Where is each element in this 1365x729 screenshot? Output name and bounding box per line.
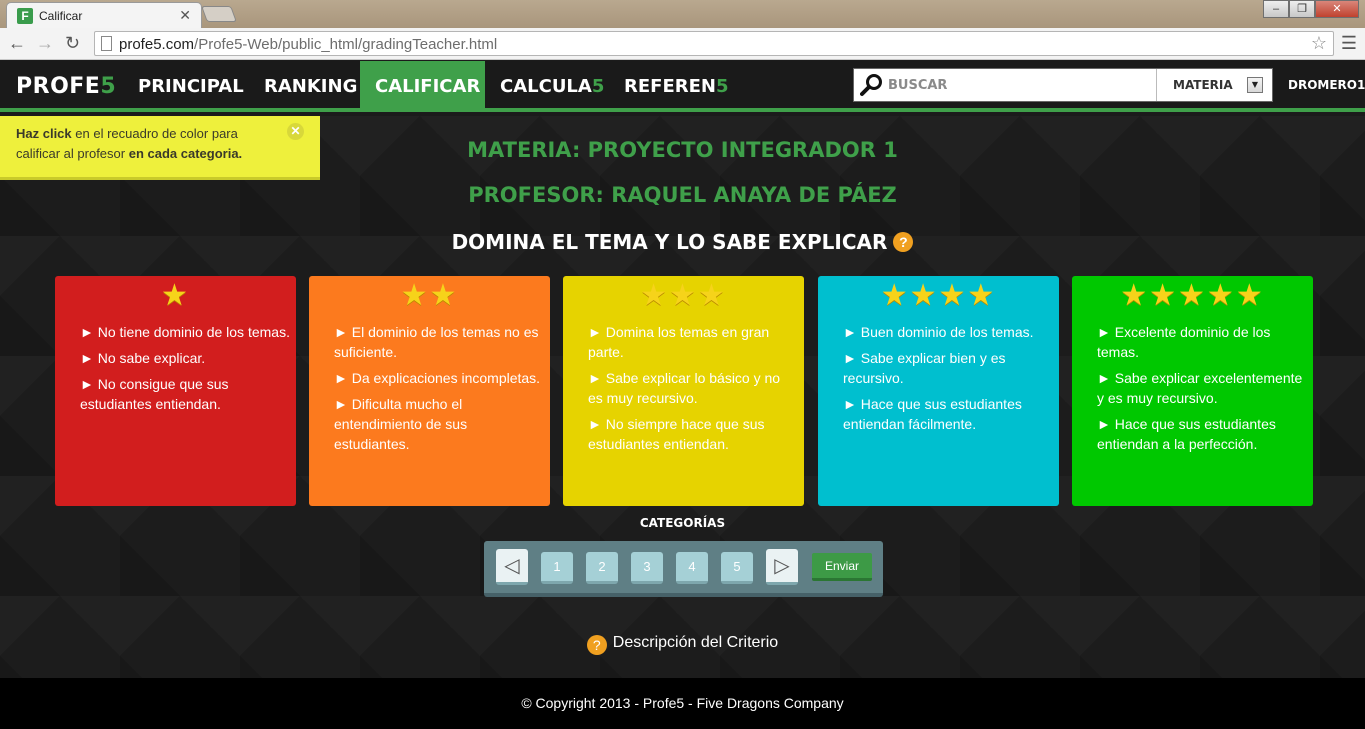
profe5-logo[interactable]: PROFE5 xyxy=(16,74,116,99)
criteria-item: Domina los temas en gran parte. xyxy=(588,322,798,362)
help-icon[interactable]: ? xyxy=(893,232,914,252)
criteria-item: Sabe explicar excelentemente y es muy re… xyxy=(1097,368,1307,408)
search-box: MATERIA ▼ xyxy=(853,68,1273,102)
star-icon: ★★★★ xyxy=(880,279,997,312)
url-text: profe5.com/Profe5-Web/public_html/gradin… xyxy=(119,36,498,53)
nav-item-calificar[interactable]: CALIFICAR xyxy=(360,61,485,112)
criteria-item: Sabe explicar bien y es recursivo. xyxy=(843,348,1053,388)
page-button-1[interactable]: 1 xyxy=(541,552,573,584)
rating-cards: ★ No tiene dominio de los temas. No sabe e… xyxy=(55,276,1313,506)
help-icon[interactable]: ? xyxy=(586,635,607,655)
criteria-item: Excelente dominio de los temas. xyxy=(1097,322,1307,362)
reload-icon[interactable]: ↻ xyxy=(65,33,80,54)
criteria-item: Sabe explicar lo básico y no es muy recu… xyxy=(588,368,798,408)
main-content: Haz click en el recuadro de color para c… xyxy=(0,116,1365,678)
criteria-list: Buen dominio de los temas. Sabe explicar … xyxy=(843,322,1053,434)
prev-arrow-icon[interactable]: ◁ xyxy=(496,549,528,585)
send-button[interactable]: Enviar xyxy=(812,553,872,581)
category-pager: ◁ 1 2 3 4 5 ▷ Enviar xyxy=(484,541,883,597)
rating-card-2[interactable]: ★★ El dominio de los temas no es suficien… xyxy=(309,276,550,506)
tab-title: Calificar xyxy=(39,9,83,23)
page-button-4[interactable]: 4 xyxy=(676,552,708,584)
profe5-favicon-icon: F xyxy=(17,8,33,24)
new-tab-button[interactable] xyxy=(201,6,237,22)
browser-tab[interactable]: F Calificar ✕ xyxy=(6,2,202,28)
star-icon: ★★ xyxy=(400,279,459,312)
criteria-list: No tiene dominio de los temas. No sabe ex… xyxy=(80,322,290,414)
criteria-item: Hace que sus estudiantes entiendan fácil… xyxy=(843,394,1053,434)
category-title: DOMINA EL TEMA Y LO SABE EXPLICAR? xyxy=(0,230,1365,254)
minimize-icon[interactable]: ‒ xyxy=(1263,0,1289,18)
criteria-list: El dominio de los temas no es suficiente… xyxy=(334,322,544,454)
rating-card-4[interactable]: ★★★★ Buen dominio de los temas. Sabe expli… xyxy=(818,276,1059,506)
criteria-item: No consigue que sus estudiantes entienda… xyxy=(80,374,290,414)
criterio-text: Descripción del Criterio xyxy=(612,634,779,651)
search-icon[interactable] xyxy=(860,73,884,97)
footer: © Copyright 2013 - Profe5 - Five Dragons… xyxy=(0,678,1365,729)
nav-item-referen5[interactable]: REFEREN5 xyxy=(609,61,744,112)
criteria-item: No sabe explicar. xyxy=(80,348,290,368)
materia-select[interactable]: MATERIA ▼ xyxy=(1156,69,1273,101)
category-title-text: DOMINA EL TEMA Y LO SABE EXPLICAR xyxy=(451,230,888,254)
criteria-item: No siempre hace que sus estudiantes enti… xyxy=(588,414,798,454)
page-button-5[interactable]: 5 xyxy=(721,552,753,584)
forward-arrow-icon[interactable]: → xyxy=(36,33,54,54)
star-icon: ★ xyxy=(161,279,190,312)
criteria-item: Dificulta mucho el entendimiento de sus … xyxy=(334,394,544,454)
criteria-item: Da explicaciones incompletas. xyxy=(334,368,544,388)
search-input[interactable] xyxy=(888,69,1153,101)
window-controls: ‒ ❐ ✕ xyxy=(1263,0,1359,18)
page-button-3[interactable]: 3 xyxy=(631,552,663,584)
page-button-2[interactable]: 2 xyxy=(586,552,618,584)
address-bar[interactable]: profe5.com/Profe5-Web/public_html/gradin… xyxy=(94,31,1334,56)
rating-card-1[interactable]: ★ No tiene dominio de los temas. No sabe e… xyxy=(55,276,296,506)
star-icon: ★★★ xyxy=(640,279,727,312)
bookmark-star-icon[interactable]: ☆ xyxy=(1311,33,1327,54)
profesor-heading: PROFESOR: RAQUEL ANAYA DE PÁEZ xyxy=(468,183,897,207)
nav-item-principal[interactable]: PRINCIPAL xyxy=(123,61,259,112)
maximize-icon[interactable]: ❐ xyxy=(1289,0,1315,18)
tab-close-icon[interactable]: ✕ xyxy=(179,7,191,24)
rating-card-5[interactable]: ★★★★★ Excelente dominio de los temas. Sabe… xyxy=(1072,276,1313,506)
browser-toolbar: ← → ↻ profe5.com/Profe5-Web/public_html/… xyxy=(0,28,1365,60)
user-name[interactable]: DROMERO1 xyxy=(1288,61,1365,109)
dropdown-arrow-icon[interactable]: ▼ xyxy=(1247,77,1263,93)
criteria-list: Excelente dominio de los temas. Sabe expl… xyxy=(1097,322,1307,454)
star-icon: ★★★★★ xyxy=(1120,279,1265,312)
nav-item-ranking[interactable]: RANKING xyxy=(249,61,372,112)
materia-heading: MATERIA: PROYECTO INTEGRADOR 1 xyxy=(467,138,898,162)
criteria-item: El dominio de los temas no es suficiente… xyxy=(334,322,544,362)
criteria-list: Domina los temas en gran parte. Sabe expl… xyxy=(588,322,798,454)
materia-select-label: MATERIA xyxy=(1173,78,1233,92)
criteria-item: Buen dominio de los temas. xyxy=(843,322,1053,342)
criteria-item: No tiene dominio de los temas. xyxy=(80,322,290,342)
nav-item-calcula5[interactable]: CALCULA5 xyxy=(485,61,619,112)
criterio-description[interactable]: ? Descripción del Criterio xyxy=(0,634,1365,655)
browser-titlebar: F Calificar ✕ ‒ ❐ ✕ xyxy=(0,0,1365,28)
browser-menu-icon[interactable]: ☰ xyxy=(1341,33,1357,54)
categorias-label: CATEGORÍAS xyxy=(639,516,726,530)
back-arrow-icon[interactable]: ← xyxy=(8,33,26,54)
next-arrow-icon[interactable]: ▷ xyxy=(766,549,798,585)
site-navbar: PROFE5 PRINCIPAL RANKING CALIFICAR CALCU… xyxy=(0,61,1365,112)
criteria-item: Hace que sus estudiantes entiendan a la … xyxy=(1097,414,1307,454)
page-icon xyxy=(101,36,112,51)
rating-card-3[interactable]: ★★★ Domina los temas en gran parte. Sabe e… xyxy=(563,276,804,506)
window-close-icon[interactable]: ✕ xyxy=(1315,0,1359,18)
